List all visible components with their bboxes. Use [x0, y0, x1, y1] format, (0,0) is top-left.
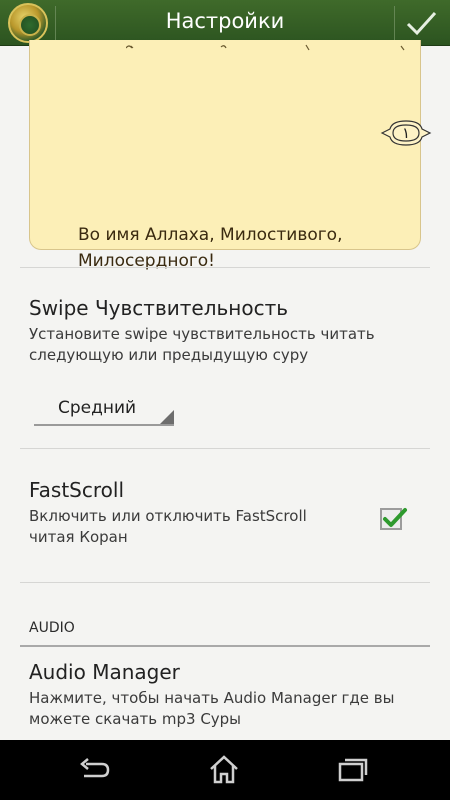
fastscroll-summary: Включить или отключить FastScroll читая … — [29, 507, 307, 546]
swipe-sensitivity-summary: Установите swipe чувствительность читать… — [29, 325, 375, 364]
audio-manager-title[interactable]: Audio Manager — [29, 660, 180, 684]
done-button[interactable] — [398, 4, 444, 42]
home-icon — [210, 755, 238, 784]
divider — [20, 582, 430, 583]
section-divider — [20, 645, 430, 647]
arabic-text-fragment — [125, 42, 416, 54]
checkmark-icon — [406, 11, 437, 36]
verse-preview-card: ١ Во имя Аллаха, Милостивого, Милосердно… — [29, 40, 432, 271]
home-button[interactable] — [194, 752, 254, 788]
recent-apps-icon — [338, 758, 368, 782]
divider — [20, 267, 430, 268]
page-title: Настройки — [165, 9, 285, 33]
divider — [394, 6, 395, 40]
fastscroll-checkbox[interactable] — [380, 508, 407, 530]
back-button[interactable] — [64, 752, 124, 788]
swipe-sensitivity-title[interactable]: Swipe Чувствительность — [29, 296, 288, 320]
swipe-sensitivity-dropdown[interactable]: Средний — [34, 396, 174, 426]
dropdown-arrow-icon — [160, 410, 174, 424]
divider — [20, 448, 430, 449]
check-icon — [383, 508, 407, 527]
back-icon — [80, 758, 110, 778]
dropdown-selected-value: Средний — [58, 398, 137, 418]
audio-manager-summary: Нажмите, чтобы начать Audio Manager где … — [29, 689, 395, 728]
ayah-number-marker: ١ — [380, 118, 432, 148]
settings-screen: Настройки ١ Во имя Аллаха, Милостивого, … — [0, 0, 450, 800]
audio-section-header: AUDIO — [29, 620, 75, 636]
fastscroll-title[interactable]: FastScroll — [29, 478, 124, 502]
system-nav-bar — [0, 740, 450, 800]
quran-app-icon[interactable] — [8, 3, 48, 43]
ayah-number: ١ — [401, 124, 411, 142]
recent-apps-button[interactable] — [322, 752, 382, 788]
